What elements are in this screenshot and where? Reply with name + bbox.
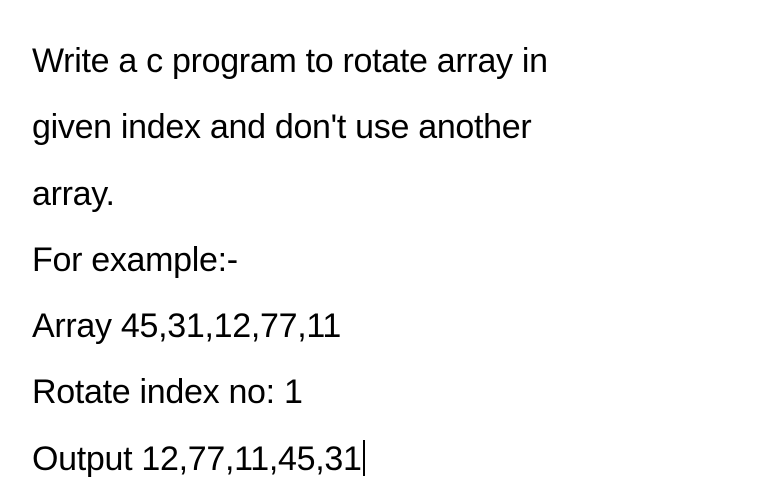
text-line-4: For example:-: [32, 227, 744, 293]
text-line-7-content: Output 12,77,11,45,31: [32, 440, 362, 478]
text-line-5: Array 45,31,12,77,11: [32, 293, 744, 359]
text-line-2: given index and don't use another: [32, 94, 744, 160]
text-line-3: array.: [32, 161, 744, 227]
text-line-6: Rotate index no: 1: [32, 359, 744, 425]
text-line-1: Write a c program to rotate array in: [32, 28, 744, 94]
document-text: Write a c program to rotate array in giv…: [32, 28, 744, 492]
text-cursor: [363, 440, 365, 476]
text-line-7: Output 12,77,11,45,31: [32, 426, 744, 492]
